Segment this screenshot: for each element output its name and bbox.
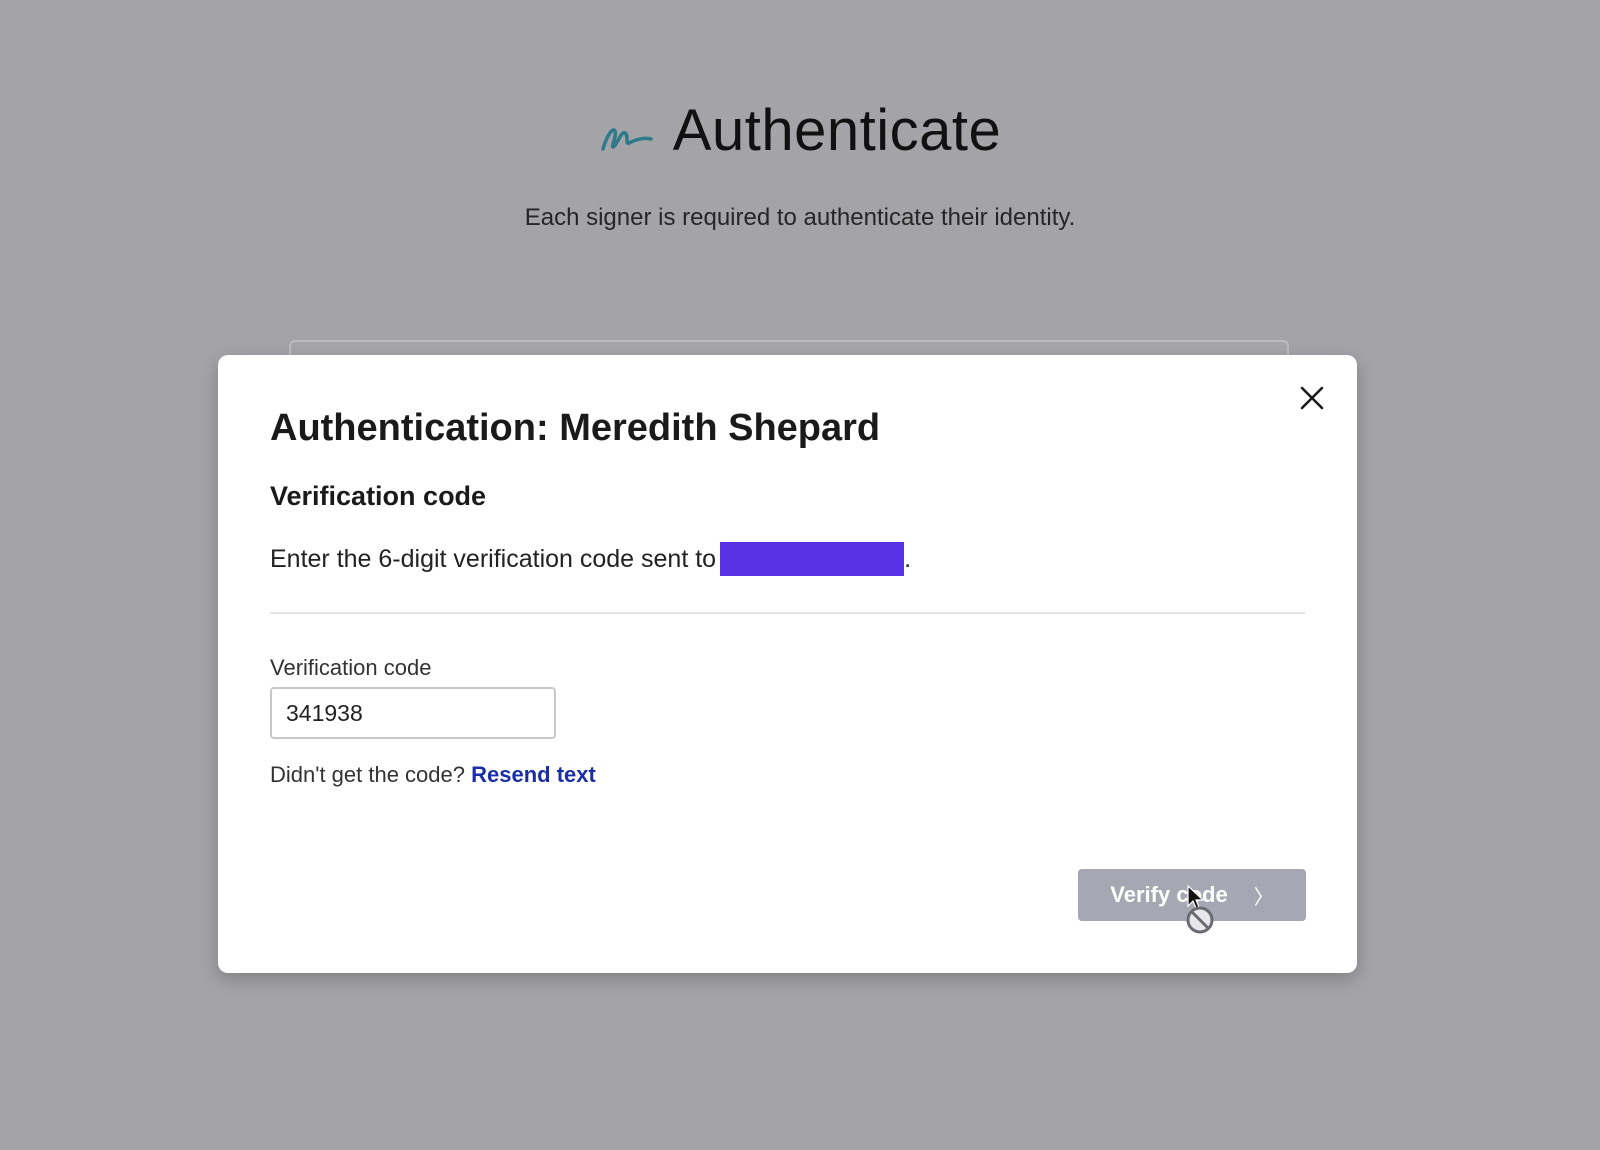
modal-title: Authentication: Meredith Shepard bbox=[270, 407, 881, 449]
instructions-end: . bbox=[904, 544, 912, 573]
instructions-text: Enter the 6-digit verification code sent… bbox=[270, 544, 717, 573]
page-header: Authenticate bbox=[0, 95, 1600, 167]
close-icon bbox=[1300, 386, 1324, 410]
verify-code-button[interactable]: Verify code 〉 bbox=[1078, 869, 1306, 921]
chevron-right-icon: 〉 bbox=[1253, 886, 1274, 909]
instructions: Enter the 6-digit verification code sent… bbox=[270, 542, 911, 576]
brand: Authenticate bbox=[599, 95, 1001, 167]
close-button[interactable] bbox=[1295, 381, 1329, 415]
redacted-phone-number bbox=[720, 542, 905, 576]
verification-code-input[interactable] bbox=[270, 687, 556, 739]
resend-row: Didn't get the code? Resend text bbox=[270, 762, 596, 788]
section-title: Verification code bbox=[270, 481, 487, 511]
verify-code-label: Verify code bbox=[1110, 882, 1228, 907]
page-subtitle: Each signer is required to authenticate … bbox=[524, 204, 1076, 231]
page-title: Authenticate bbox=[672, 98, 1002, 163]
divider bbox=[270, 612, 1305, 614]
resend-prompt: Didn't get the code? bbox=[270, 762, 466, 787]
verification-code-label: Verification code bbox=[270, 655, 432, 680]
signature-icon bbox=[601, 128, 653, 151]
resend-text-link[interactable]: Resend text bbox=[471, 762, 596, 787]
authentication-modal: Authentication: Meredith Shepard Verific… bbox=[218, 355, 1357, 973]
